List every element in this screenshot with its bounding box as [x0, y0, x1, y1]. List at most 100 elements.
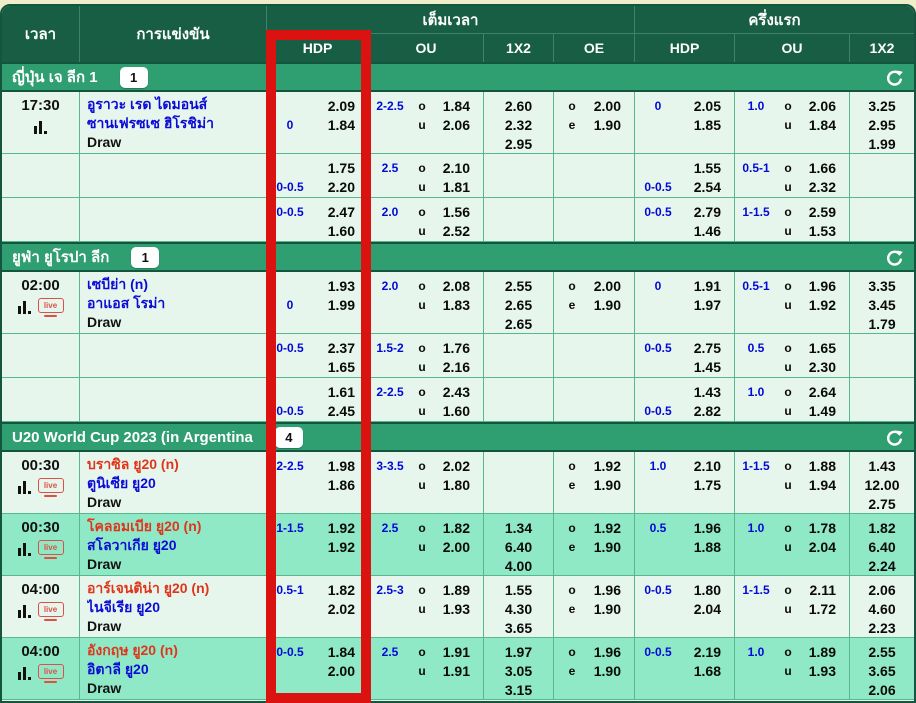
odds-value[interactable]: 1.89	[799, 644, 849, 660]
odds-value[interactable]: 4.00	[505, 558, 532, 574]
odds-value[interactable]: 1.98	[313, 458, 368, 474]
odds-value[interactable]: 1.84	[313, 117, 368, 133]
team-home[interactable]: เซบีย่า (n)	[87, 275, 262, 294]
odds-value[interactable]: 3.45	[868, 297, 895, 313]
odds-value[interactable]: 1.55	[681, 160, 734, 176]
odds-value[interactable]: 1.81	[433, 179, 483, 195]
odds-value[interactable]: 3.25	[868, 98, 895, 114]
odds-value[interactable]: 2.02	[433, 458, 483, 474]
odds-value[interactable]: 1.83	[433, 297, 483, 313]
refresh-icon[interactable]	[885, 69, 904, 88]
odds-value[interactable]: 2.06	[868, 582, 895, 598]
odds-value[interactable]: 1.68	[681, 663, 734, 679]
odds-value[interactable]: 2.10	[433, 160, 483, 176]
odds-value[interactable]: 1.91	[681, 278, 734, 294]
odds-value[interactable]: 1.84	[799, 117, 849, 133]
odds-value[interactable]: 1.84	[433, 98, 483, 114]
odds-value[interactable]: 2.55	[505, 278, 532, 294]
odds-value[interactable]: 1.34	[505, 520, 532, 536]
odds-value[interactable]: 1.96	[799, 278, 849, 294]
live-icon[interactable]: live	[38, 298, 64, 317]
odds-value[interactable]: 4.60	[868, 601, 895, 617]
odds-value[interactable]: 2.30	[799, 359, 849, 375]
odds-value[interactable]: 1.88	[799, 458, 849, 474]
odds-value[interactable]: 1.43	[868, 458, 895, 474]
odds-value[interactable]: 1.55	[505, 582, 532, 598]
team-home[interactable]: บราซิล ยู20 (n)	[87, 455, 262, 474]
odds-value[interactable]: 4.30	[505, 601, 532, 617]
odds-value[interactable]: 1.90	[590, 297, 634, 313]
odds-value[interactable]: 1.97	[681, 297, 734, 313]
odds-value[interactable]: 1.65	[313, 359, 368, 375]
refresh-icon[interactable]	[885, 429, 904, 448]
odds-value[interactable]: 2.00	[590, 98, 634, 114]
team-home[interactable]: อูราวะ เรด ไดมอนส์	[87, 95, 262, 114]
odds-value[interactable]: 1.96	[590, 644, 634, 660]
odds-value[interactable]: 1.65	[799, 340, 849, 356]
odds-value[interactable]: 3.65	[505, 620, 532, 636]
odds-value[interactable]: 1.53	[799, 223, 849, 239]
odds-value[interactable]: 1.78	[799, 520, 849, 536]
odds-value[interactable]: 2.95	[505, 136, 532, 152]
odds-value[interactable]: 1.82	[433, 520, 483, 536]
odds-value[interactable]: 1.82	[313, 582, 368, 598]
odds-value[interactable]: 1.86	[313, 477, 368, 493]
odds-value[interactable]: 1.84	[313, 644, 368, 660]
odds-value[interactable]: 3.05	[505, 663, 532, 679]
team-away[interactable]: ซานเฟรซเซ ฮิโรชิม่า	[87, 114, 262, 133]
odds-value[interactable]: 2.45	[313, 403, 368, 419]
odds-value[interactable]: 1.56	[433, 204, 483, 220]
refresh-icon[interactable]	[885, 249, 904, 268]
team-away[interactable]: สโลวาเกีย ยู20	[87, 536, 262, 555]
odds-value[interactable]: 3.15	[505, 682, 532, 698]
stats-icon[interactable]	[34, 118, 48, 135]
odds-value[interactable]: 1.46	[681, 223, 734, 239]
odds-value[interactable]: 2.11	[799, 582, 849, 598]
odds-value[interactable]: 1.92	[313, 539, 368, 555]
odds-value[interactable]: 2.79	[681, 204, 734, 220]
odds-value[interactable]: 1.79	[868, 316, 895, 332]
odds-value[interactable]: 2.04	[681, 601, 734, 617]
odds-value[interactable]: 1.91	[433, 663, 483, 679]
odds-value[interactable]: 1.60	[433, 403, 483, 419]
odds-value[interactable]: 1.93	[313, 278, 368, 294]
odds-value[interactable]: 2.00	[590, 278, 634, 294]
stats-icon[interactable]	[18, 664, 32, 681]
odds-value[interactable]: 2.75	[681, 340, 734, 356]
odds-value[interactable]: 1.90	[590, 117, 634, 133]
odds-value[interactable]: 2.00	[433, 539, 483, 555]
team-home[interactable]: อาร์เจนติน่า ยู20 (n)	[87, 579, 262, 598]
odds-value[interactable]: 1.94	[799, 477, 849, 493]
odds-value[interactable]: 12.00	[864, 477, 899, 493]
odds-value[interactable]: 2.02	[313, 601, 368, 617]
odds-value[interactable]: 1.92	[799, 297, 849, 313]
odds-value[interactable]: 2.52	[433, 223, 483, 239]
team-away[interactable]: ไนจีเรีย ยู20	[87, 598, 262, 617]
odds-value[interactable]: 2.75	[868, 496, 895, 512]
odds-value[interactable]: 2.60	[505, 98, 532, 114]
odds-value[interactable]: 2.16	[433, 359, 483, 375]
odds-value[interactable]: 1.88	[681, 539, 734, 555]
odds-value[interactable]: 1.92	[313, 520, 368, 536]
odds-value[interactable]: 1.75	[681, 477, 734, 493]
odds-value[interactable]: 2.54	[681, 179, 734, 195]
odds-value[interactable]: 1.99	[313, 297, 368, 313]
odds-value[interactable]: 1.92	[590, 520, 634, 536]
odds-value[interactable]: 2.32	[799, 179, 849, 195]
odds-value[interactable]: 6.40	[868, 539, 895, 555]
odds-value[interactable]: 2.24	[868, 558, 895, 574]
odds-value[interactable]: 2.00	[313, 663, 368, 679]
live-icon[interactable]: live	[38, 602, 64, 621]
odds-value[interactable]: 3.35	[868, 278, 895, 294]
odds-value[interactable]: 1.97	[505, 644, 532, 660]
team-away[interactable]: อิตาลี ยู20	[87, 660, 262, 679]
odds-value[interactable]: 2.32	[505, 117, 532, 133]
odds-value[interactable]: 2.04	[799, 539, 849, 555]
odds-value[interactable]: 6.40	[505, 539, 532, 555]
odds-value[interactable]: 2.08	[433, 278, 483, 294]
odds-value[interactable]: 1.89	[433, 582, 483, 598]
odds-value[interactable]: 1.85	[681, 117, 734, 133]
odds-value[interactable]: 1.45	[681, 359, 734, 375]
stats-icon[interactable]	[18, 602, 32, 619]
odds-value[interactable]: 1.76	[433, 340, 483, 356]
